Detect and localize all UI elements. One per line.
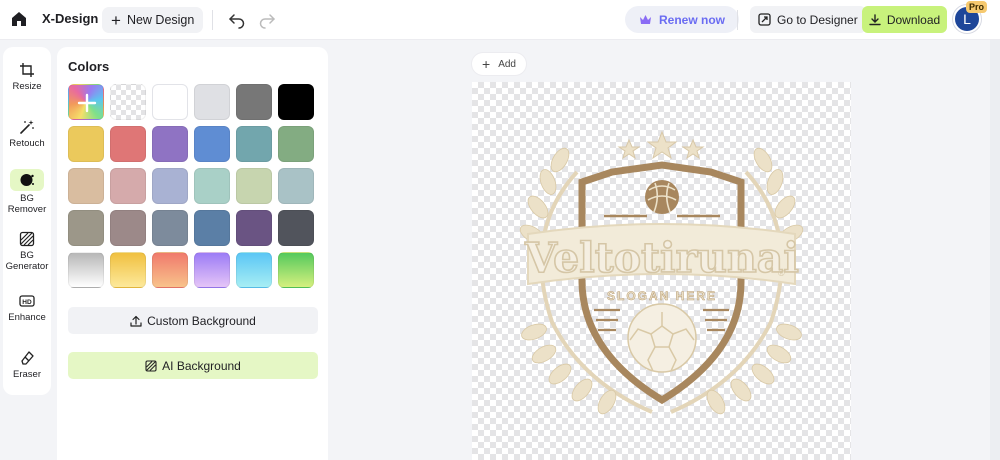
download-label: Download <box>886 12 941 27</box>
svg-text:HD: HD <box>22 299 32 306</box>
panel-title: Colors <box>68 59 110 74</box>
top-bar: X-Design + New Design Renew now Go to De… <box>0 0 1000 40</box>
gradient-swatch[interactable] <box>236 252 272 288</box>
transparent-swatch[interactable] <box>110 84 146 120</box>
pro-badge: Pro <box>966 1 988 13</box>
color-swatch[interactable] <box>236 126 272 162</box>
color-picker-swatch[interactable] <box>68 84 104 120</box>
hatch-icon <box>145 359 157 372</box>
star-icon <box>681 138 705 160</box>
crop-icon <box>20 63 34 77</box>
plus-icon <box>77 93 97 113</box>
tool-bg-remover[interactable]: BG Remover <box>3 169 51 215</box>
download-icon <box>869 13 881 25</box>
color-swatch[interactable] <box>194 84 230 120</box>
tool-label: Resize <box>12 81 42 92</box>
plus-icon: + <box>482 56 491 72</box>
bg-remover-icon <box>20 174 34 186</box>
new-design-label: New Design <box>126 13 195 27</box>
logo-slogan: SLOGAN HERE <box>607 289 717 303</box>
color-swatch[interactable] <box>152 84 188 120</box>
add-page-button[interactable]: + Add <box>472 53 526 75</box>
home-icon[interactable] <box>10 10 28 28</box>
redo-icon[interactable] <box>258 11 276 29</box>
color-swatch[interactable] <box>278 168 314 204</box>
logo-title: Veltotirunai <box>524 234 799 282</box>
color-swatch[interactable] <box>194 210 230 246</box>
designer-icon <box>758 13 771 26</box>
color-swatch[interactable] <box>236 210 272 246</box>
tool-retouch[interactable]: Retouch <box>3 119 51 149</box>
color-swatch[interactable] <box>152 210 188 246</box>
soccer-ball-icon <box>627 303 697 373</box>
color-swatch[interactable] <box>110 210 146 246</box>
tool-enhance[interactable]: HD Enhance <box>3 293 51 323</box>
gradient-swatch[interactable] <box>152 252 188 288</box>
ai-background-button[interactable]: AI Background <box>68 352 318 379</box>
color-swatch[interactable] <box>68 210 104 246</box>
divider <box>212 10 213 30</box>
go-to-designer-button[interactable]: Go to Designer <box>750 6 866 33</box>
add-label: Add <box>498 58 516 70</box>
tool-sidebar: Resize Retouch BG Remover BG Generator H… <box>3 47 51 395</box>
hd-icon: HD <box>19 295 35 307</box>
tool-resize[interactable]: Resize <box>3 62 51 92</box>
color-swatch[interactable] <box>152 168 188 204</box>
tool-label: Eraser <box>13 369 41 380</box>
color-swatch[interactable] <box>278 126 314 162</box>
color-swatch[interactable] <box>68 168 104 204</box>
new-design-button[interactable]: + New Design <box>102 7 204 33</box>
tool-label: Enhance <box>8 312 46 323</box>
star-icon <box>646 130 678 160</box>
ai-background-label: AI Background <box>162 358 241 373</box>
color-swatch[interactable] <box>194 126 230 162</box>
gradient-swatch[interactable] <box>68 252 104 288</box>
custom-background-label: Custom Background <box>147 313 256 328</box>
color-swatch[interactable] <box>278 84 314 120</box>
download-button[interactable]: Download <box>862 6 947 33</box>
logo-image: Veltotirunai ® SLOGAN HERE <box>519 130 804 415</box>
tool-eraser[interactable]: Eraser <box>3 350 51 380</box>
color-swatch[interactable] <box>110 168 146 204</box>
plus-icon: + <box>111 10 121 30</box>
scroll-track <box>990 40 1000 460</box>
tool-bg-generator[interactable]: BG Generator <box>3 231 51 272</box>
design-canvas[interactable]: Veltotirunai ® SLOGAN HERE <box>472 82 851 460</box>
crown-icon <box>640 15 651 24</box>
color-swatch[interactable] <box>152 126 188 162</box>
tool-label: BG Generator <box>5 250 49 272</box>
tool-label: Retouch <box>9 138 45 149</box>
tool-label: BG Remover <box>7 193 47 215</box>
color-swatch[interactable] <box>236 168 272 204</box>
gradient-swatch[interactable] <box>194 252 230 288</box>
eraser-icon <box>21 351 34 365</box>
upload-icon <box>130 315 142 327</box>
gradient-swatch[interactable] <box>278 252 314 288</box>
go-to-designer-label: Go to Designer <box>777 12 858 27</box>
app-name: X-Design <box>42 11 99 26</box>
magic-wand-icon <box>20 120 34 134</box>
color-swatch[interactable] <box>68 126 104 162</box>
color-swatch[interactable] <box>110 126 146 162</box>
divider <box>737 10 738 30</box>
gradient-swatch[interactable] <box>110 252 146 288</box>
star-icon <box>617 138 641 160</box>
undo-icon[interactable] <box>228 11 246 29</box>
active-highlight <box>10 169 44 191</box>
custom-background-button[interactable]: Custom Background <box>68 307 318 334</box>
renew-label: Renew now <box>659 12 726 27</box>
registered-mark: ® <box>778 268 785 278</box>
ball-emblem <box>645 180 679 214</box>
colors-panel: Colors Custom Background AI Background <box>57 47 328 460</box>
color-swatch[interactable] <box>194 168 230 204</box>
color-swatch[interactable] <box>278 210 314 246</box>
hatch-icon <box>19 231 35 247</box>
renew-button[interactable]: Renew now <box>625 6 740 33</box>
color-swatch[interactable] <box>236 84 272 120</box>
